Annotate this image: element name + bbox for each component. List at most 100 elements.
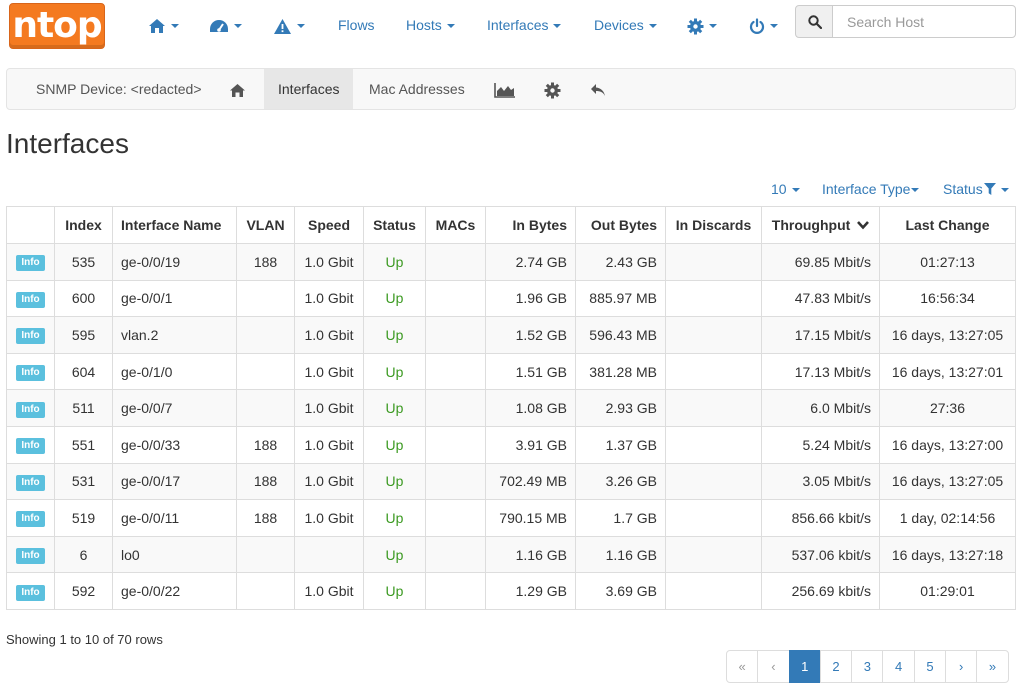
filter-icon	[983, 183, 996, 195]
tab-interfaces[interactable]: Interfaces	[264, 69, 354, 109]
row-vlan	[236, 389, 295, 427]
devices-menu[interactable]: Devices	[594, 15, 657, 35]
row-macs	[425, 243, 486, 281]
home-menu[interactable]	[148, 15, 179, 35]
hosts-menu[interactable]: Hosts	[406, 15, 455, 35]
row-index: 519	[54, 499, 113, 537]
nav-hosts-label: Hosts	[406, 17, 442, 33]
row-interface-name: lo0	[112, 535, 237, 574]
first-page-button[interactable]: «	[726, 650, 759, 683]
page-3-button[interactable]: 3	[851, 650, 884, 683]
row-index: 531	[54, 462, 113, 501]
col-macs[interactable]: MACs	[425, 206, 486, 244]
row-last-change: 16 days, 13:27:18	[879, 535, 1016, 574]
col-interface-name[interactable]: Interface Name	[112, 206, 237, 244]
info-button[interactable]: Info	[16, 365, 45, 382]
dashboard-menu[interactable]	[209, 15, 242, 35]
page-2-button[interactable]: 2	[819, 650, 853, 683]
row-out-bytes: 2.93 GB	[575, 389, 666, 427]
row-interface-name: ge-0/0/11	[112, 499, 237, 537]
tab-mac-addresses[interactable]: Mac Addresses	[369, 69, 465, 109]
search-host-input[interactable]	[832, 5, 1016, 38]
row-throughput: 6.0 Mbit/s	[761, 389, 880, 427]
row-in-discards	[665, 389, 762, 427]
page-5-button[interactable]: 5	[913, 650, 947, 683]
row-in-discards	[665, 499, 762, 537]
row-in-discards	[665, 462, 762, 501]
row-throughput: 256.69 kbit/s	[761, 572, 880, 610]
page-4-button[interactable]: 4	[882, 650, 915, 683]
row-interface-name: vlan.2	[112, 316, 237, 354]
col-vlan[interactable]: VLAN	[236, 206, 295, 244]
settings-menu[interactable]	[687, 15, 717, 35]
table-row: Info 519 ge-0/0/11 188 1.0 Gbit Up 790.15 MB 1.…	[6, 499, 1016, 537]
info-button[interactable]: Info	[16, 474, 45, 491]
warning-icon	[274, 18, 291, 34]
power-menu[interactable]	[749, 15, 778, 35]
reply-icon	[591, 84, 605, 97]
row-in-discards	[665, 425, 762, 464]
ntop-logo[interactable]: ntop	[9, 3, 105, 49]
col-out-bytes[interactable]: Out Bytes	[575, 206, 666, 244]
device-subnav: SNMP Device: <redacted> Interfaces Mac A…	[6, 68, 1016, 110]
row-vlan: 188	[236, 243, 295, 281]
page-1-button[interactable]: 1	[788, 650, 821, 683]
device-config-button[interactable]	[544, 69, 561, 109]
col-status[interactable]: Status	[363, 206, 426, 244]
row-index: 592	[54, 572, 113, 610]
row-throughput: 69.85 Mbit/s	[761, 243, 880, 281]
device-back-button[interactable]	[590, 69, 606, 109]
power-icon	[749, 18, 765, 34]
row-index: 535	[54, 243, 113, 281]
info-button[interactable]: Info	[16, 291, 45, 308]
info-button[interactable]: Info	[16, 548, 45, 565]
info-button[interactable]: Info	[16, 584, 45, 601]
chevron-down-icon	[553, 24, 562, 29]
info-button[interactable]: Info	[16, 255, 45, 272]
row-out-bytes: 1.16 GB	[575, 535, 666, 574]
row-in-bytes: 1.08 GB	[485, 389, 576, 427]
row-info-cell: Info	[6, 572, 55, 610]
nav-flows[interactable]: Flows	[338, 15, 375, 35]
table-row: Info 551 ge-0/0/33 188 1.0 Gbit Up 3.91 GB 1.37…	[6, 425, 1016, 464]
row-speed: 1.0 Gbit	[294, 572, 364, 610]
prev-page-button[interactable]: ‹	[757, 650, 790, 683]
device-home-button[interactable]	[229, 69, 246, 109]
status-filter-dropdown[interactable]: Status	[943, 181, 1009, 197]
row-last-change: 01:29:01	[879, 572, 1016, 610]
info-button[interactable]: Info	[16, 511, 45, 528]
pagination: «‹ 1 2 3 4 5 ›»	[726, 650, 1009, 683]
table-row: Info 592 ge-0/0/22 1.0 Gbit Up 1.29 GB 3.69 GB…	[6, 572, 1016, 610]
chevron-down-icon	[297, 24, 305, 29]
row-throughput: 537.06 kbit/s	[761, 535, 880, 574]
next-page-button[interactable]: ›	[945, 650, 978, 683]
col-in-discards[interactable]: In Discards	[665, 206, 762, 244]
chevron-down-icon	[770, 24, 778, 29]
row-out-bytes: 1.7 GB	[575, 499, 666, 537]
col-in-bytes[interactable]: In Bytes	[485, 206, 576, 244]
row-status: Up	[363, 279, 426, 318]
device-chart-button[interactable]	[494, 69, 516, 109]
col-index[interactable]: Index	[54, 206, 113, 244]
chevron-down-icon	[709, 24, 717, 29]
row-out-bytes: 3.69 GB	[575, 572, 666, 610]
row-speed: 1.0 Gbit	[294, 243, 364, 281]
alerts-menu[interactable]	[273, 15, 305, 35]
interface-type-dropdown[interactable]: Interface Type	[822, 181, 920, 197]
last-page-button[interactable]: »	[976, 650, 1009, 683]
interfaces-menu[interactable]: Interfaces	[487, 15, 562, 35]
search-button[interactable]	[795, 5, 833, 38]
gear-icon	[687, 18, 704, 35]
info-button[interactable]: Info	[16, 328, 45, 345]
col-throughput[interactable]: Throughput	[761, 206, 880, 244]
row-in-discards	[665, 535, 762, 574]
row-status: Up	[363, 389, 426, 427]
rows-per-page-dropdown[interactable]: 10	[771, 181, 800, 197]
row-interface-name: ge-0/1/0	[112, 352, 237, 391]
info-button[interactable]: Info	[16, 438, 45, 455]
row-in-bytes: 1.96 GB	[485, 279, 576, 318]
col-last-change[interactable]: Last Change	[879, 206, 1016, 244]
info-button[interactable]: Info	[16, 401, 45, 418]
home-icon	[149, 19, 165, 34]
col-speed[interactable]: Speed	[294, 206, 364, 244]
